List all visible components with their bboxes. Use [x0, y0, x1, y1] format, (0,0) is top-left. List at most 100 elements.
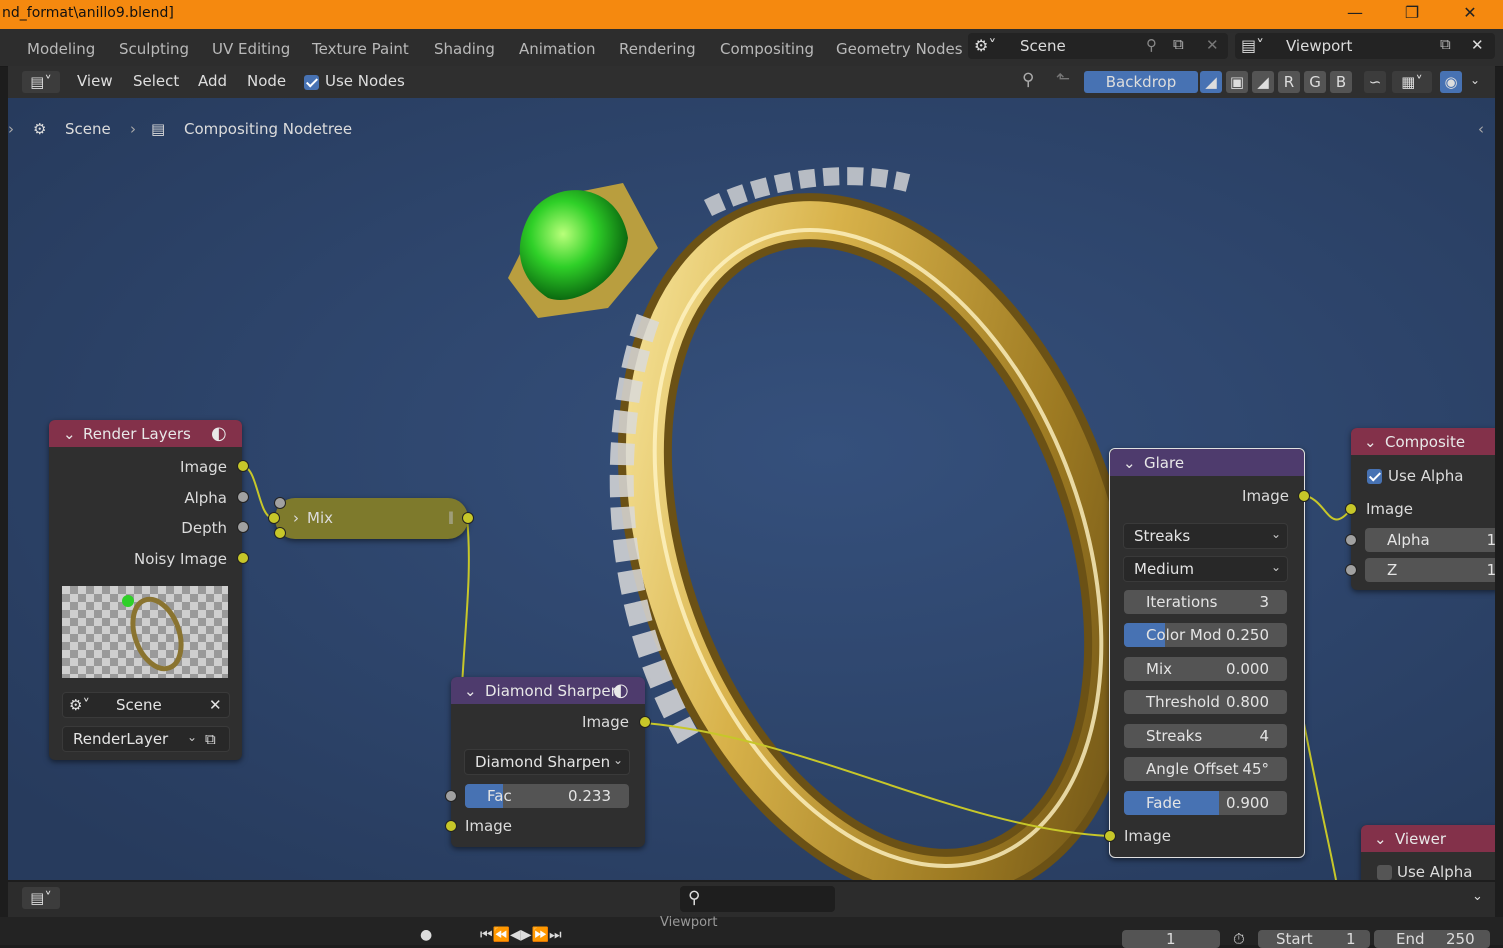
render-layer-selector[interactable]: RenderLayer ⌄ ⧉: [62, 726, 230, 752]
output-image-socket[interactable]: [639, 716, 651, 728]
tab-compositing[interactable]: Compositing: [720, 40, 814, 58]
channel-r-button[interactable]: R: [1278, 71, 1300, 93]
collapse-icon[interactable]: ⌄: [464, 682, 477, 700]
fac-input-socket[interactable]: [445, 790, 457, 802]
end-frame-field[interactable]: End 250: [1374, 930, 1490, 948]
tab-texture-paint[interactable]: Texture Paint: [312, 40, 409, 58]
diamond-sharpen-header[interactable]: ⌄ Diamond Sharpen ◐: [451, 677, 645, 704]
output-image-socket[interactable]: [237, 460, 249, 472]
composite-node[interactable]: ⌄ Composite Use Alpha Image Alpha 1.00 Z…: [1345, 428, 1495, 590]
snap-icon[interactable]: ∽: [1364, 71, 1386, 93]
new-view-layer-icon[interactable]: ⧉: [1440, 35, 1451, 53]
pin-icon[interactable]: ⚲: [1146, 36, 1157, 54]
glare-node[interactable]: ⌄ Glare Image Streaks ⌄ Medium ⌄ Iterati…: [1104, 448, 1310, 858]
mix-fac-socket[interactable]: [274, 497, 286, 509]
render-layers-scene-selector[interactable]: ⚙˅ Scene ✕: [62, 692, 230, 718]
output-image-socket[interactable]: [1298, 490, 1310, 502]
overlay-icon[interactable]: ◉: [1440, 71, 1462, 93]
composite-alpha-socket[interactable]: [1345, 534, 1357, 546]
channel-b-button[interactable]: B: [1330, 71, 1352, 93]
mix-node[interactable]: › Mix ‖: [268, 497, 474, 539]
delete-view-layer-icon[interactable]: ✕: [1471, 36, 1484, 54]
mix-slider[interactable]: Mix 0.000: [1124, 657, 1287, 681]
filter-type-dropdown[interactable]: Diamond Sharpen ⌄: [464, 749, 630, 775]
glare-type-dropdown[interactable]: Streaks ⌄: [1123, 523, 1288, 549]
clear-scene-icon[interactable]: ✕: [209, 696, 222, 714]
mix-image-a-socket[interactable]: [268, 512, 280, 524]
channel-g-button[interactable]: G: [1304, 71, 1326, 93]
collapse-icon[interactable]: ⌄: [63, 425, 76, 443]
composite-z-socket[interactable]: [1345, 564, 1357, 576]
glare-quality-dropdown[interactable]: Medium ⌄: [1123, 556, 1288, 582]
composite-alpha-field[interactable]: Alpha 1.00: [1365, 528, 1495, 552]
composite-header[interactable]: ⌄ Composite: [1351, 428, 1495, 455]
drag-handle-icon[interactable]: ‖: [448, 510, 454, 524]
composite-image-socket[interactable]: [1345, 503, 1357, 515]
scene-selector[interactable]: ⚙˅ Scene ⚲ ⧉ ✕: [968, 33, 1228, 59]
tab-rendering[interactable]: Rendering: [619, 40, 696, 58]
diamond-sharpen-node[interactable]: ⌄ Diamond Sharpen ◐ Image Diamond Sharpe…: [445, 677, 651, 847]
viewer-header[interactable]: ⌄ Viewer: [1361, 825, 1495, 852]
render-layers-header[interactable]: ⌄ Render Layers ◐: [49, 420, 242, 447]
input-image-socket[interactable]: [1104, 830, 1116, 842]
tab-shading[interactable]: Shading: [434, 40, 495, 58]
output-alpha-socket[interactable]: [237, 491, 249, 503]
new-scene-icon[interactable]: ⧉: [1173, 35, 1184, 53]
pin-icon[interactable]: ⚲: [1022, 70, 1034, 90]
glare-header[interactable]: ⌄ Glare: [1110, 449, 1304, 476]
node-editor-canvas[interactable]: › ⚙ Scene › ▤ Compositing Nodetree ‹ ⌄ R…: [8, 98, 1495, 880]
tab-uv-editing[interactable]: UV Editing: [212, 40, 290, 58]
tab-modeling[interactable]: Modeling: [27, 40, 95, 58]
minimize-button[interactable]: —: [1332, 3, 1378, 25]
fade-slider[interactable]: Fade 0.900: [1124, 791, 1287, 815]
viewer-node[interactable]: ⌄ Viewer Use Alpha: [1361, 825, 1495, 880]
parent-node-tree-icon[interactable]: ⬑: [1056, 69, 1070, 89]
threshold-field[interactable]: Threshold 0.800: [1124, 690, 1287, 714]
viewer-use-alpha-checkbox[interactable]: [1377, 865, 1392, 880]
editor-type-icon[interactable]: ▤˅: [22, 887, 60, 909]
collapse-icon[interactable]: ⌄: [1123, 454, 1136, 472]
overlay-dropdown-icon[interactable]: ⌄: [1470, 73, 1480, 87]
menu-add[interactable]: Add: [198, 72, 227, 90]
composite-use-alpha-checkbox[interactable]: [1367, 469, 1382, 484]
start-frame-field[interactable]: Start 1: [1258, 930, 1370, 948]
current-frame-field[interactable]: 1: [1122, 930, 1220, 948]
color-icon[interactable]: ▣: [1226, 71, 1248, 93]
composite-z-field[interactable]: Z 1.00: [1365, 558, 1495, 582]
menu-view[interactable]: View: [77, 72, 113, 90]
stopwatch-icon[interactable]: ⏱: [1233, 930, 1245, 948]
search-field[interactable]: ⚲: [680, 886, 835, 912]
properties-toggle-icon[interactable]: ‹: [1478, 120, 1484, 138]
view-layer-selector[interactable]: ▤˅ Viewport ⧉ ✕: [1235, 33, 1495, 59]
preview-toggle-icon[interactable]: ◐: [613, 680, 629, 701]
collapse-icon[interactable]: ⌄: [1364, 433, 1377, 451]
color-alpha-icon[interactable]: ◢: [1200, 71, 1222, 93]
output-depth-socket[interactable]: [237, 521, 249, 533]
restore-button[interactable]: ❐: [1389, 3, 1435, 25]
render-layers-node[interactable]: ⌄ Render Layers ◐ Image Alpha Depth Nois…: [49, 420, 249, 760]
menu-select[interactable]: Select: [133, 72, 179, 90]
output-noisy-image-socket[interactable]: [237, 552, 249, 564]
chevron-down-icon[interactable]: ⌄: [1472, 889, 1483, 904]
tab-sculpting[interactable]: Sculpting: [119, 40, 189, 58]
sidebar-toggle-icon[interactable]: ›: [8, 120, 14, 138]
record-icon[interactable]: ●: [420, 927, 432, 943]
fac-slider[interactable]: Fac 0.233: [465, 784, 629, 808]
mix-output-socket[interactable]: [462, 512, 474, 524]
menu-node[interactable]: Node: [247, 72, 286, 90]
tab-geometry-nodes[interactable]: Geometry Nodes: [836, 40, 963, 58]
mix-image-b-socket[interactable]: [274, 527, 286, 539]
streaks-field[interactable]: Streaks 4: [1124, 724, 1287, 748]
alpha-icon[interactable]: ◢: [1252, 71, 1274, 93]
backdrop-toggle-button[interactable]: Backdrop: [1084, 71, 1198, 93]
render-layer-browse-icon[interactable]: ⧉: [205, 730, 216, 748]
editor-type-icon[interactable]: ▤˅: [22, 71, 60, 93]
expand-icon[interactable]: ›: [293, 509, 299, 527]
collapse-icon[interactable]: ⌄: [1374, 830, 1387, 848]
snap-increment-icon[interactable]: ▦˅: [1392, 71, 1432, 93]
color-mod-slider[interactable]: Color Mod 0.250: [1124, 623, 1287, 647]
delete-scene-icon[interactable]: ✕: [1206, 36, 1219, 54]
angle-offset-field[interactable]: Angle Offset 45°: [1124, 757, 1287, 781]
close-window-button[interactable]: ✕: [1447, 3, 1493, 25]
input-image-socket[interactable]: [445, 820, 457, 832]
